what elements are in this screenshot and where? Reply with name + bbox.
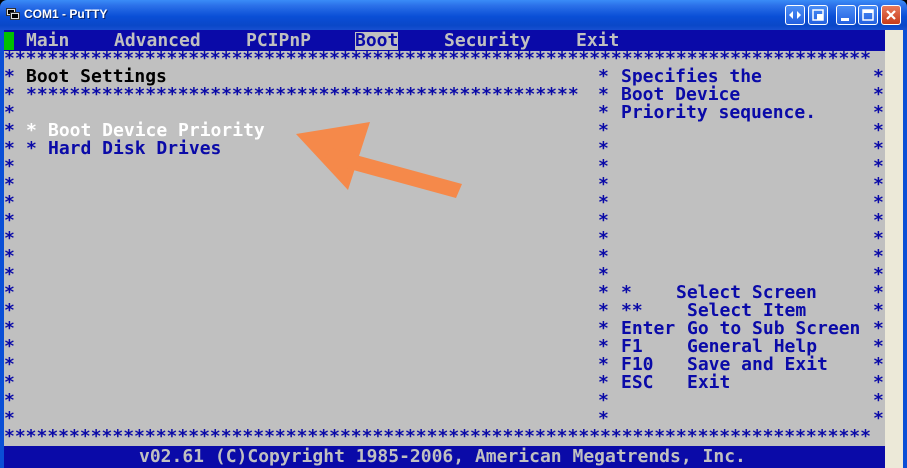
frame-glyph: * — [598, 408, 609, 429]
minimize-icon — [841, 18, 849, 21]
window-title: COM1 - PuTTY — [24, 7, 108, 21]
hard-disk-drives-item[interactable]: Hard Disk Drives — [48, 140, 221, 158]
terminal-screen[interactable]: Main Advanced PCIPnP Boot Security Exit … — [4, 30, 885, 468]
putty-app-icon[interactable] — [6, 8, 20, 20]
maximize-button[interactable] — [858, 5, 878, 25]
help-description-line: Priority sequence. — [621, 102, 817, 123]
annotation-arrow-icon — [296, 122, 462, 198]
help-key-desc: Exit — [687, 372, 731, 393]
frame-glyph: * — [4, 408, 15, 429]
close-button[interactable] — [881, 5, 901, 25]
resize-icon-button[interactable] — [785, 5, 805, 25]
entry-marker: * — [26, 138, 37, 159]
close-icon — [886, 10, 896, 20]
window-titlebar[interactable]: COM1 - PuTTY — [0, 0, 907, 30]
maximize-icon — [862, 9, 874, 21]
double-arrow-icon — [789, 11, 801, 19]
minimize-button[interactable] — [836, 5, 856, 25]
window-menu-icon — [812, 9, 824, 21]
frame-glyph: ****************************************… — [26, 84, 579, 105]
terminal-scrollbar[interactable] — [885, 30, 903, 468]
menu-icon-button[interactable] — [808, 5, 828, 25]
section-title: Boot Settings — [26, 66, 167, 87]
bios-footer: v02.61 (C)Copyright 1985-2006, American … — [4, 446, 885, 468]
copyright-text: v02.61 (C)Copyright 1985-2006, American … — [139, 446, 746, 467]
frame-glyph: * — [873, 408, 884, 429]
frame-glyph: ****************************************… — [4, 426, 871, 447]
help-key: ESC — [621, 372, 654, 393]
